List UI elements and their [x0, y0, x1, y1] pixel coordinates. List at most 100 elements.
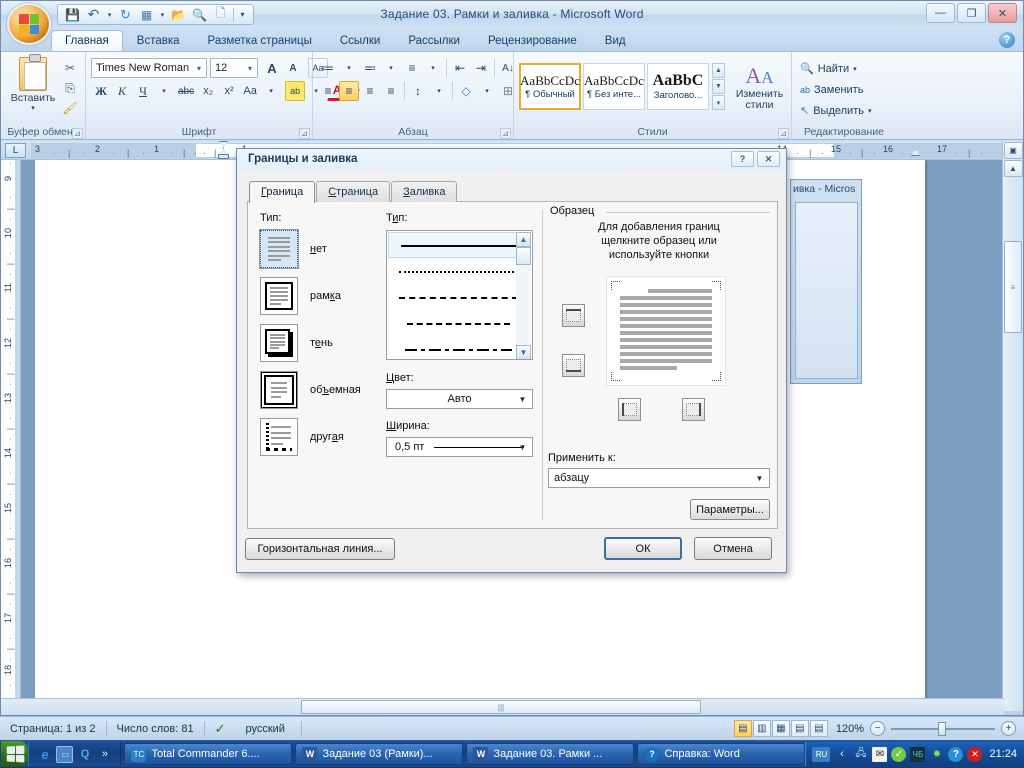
tab-razmetka[interactable]: Разметка страницы	[194, 30, 326, 51]
line-style-scroll-up[interactable]: ▲	[516, 232, 531, 247]
dialog-close-icon[interactable]: ✕	[757, 151, 780, 167]
tab-stop-selector[interactable]: L	[5, 143, 26, 158]
show-hidden-icons[interactable]: ‹	[834, 747, 849, 762]
bottom-border-toggle-button[interactable]	[562, 354, 585, 377]
help-icon[interactable]: ?	[999, 32, 1015, 48]
line-spacing-button[interactable]: ↕	[408, 81, 428, 101]
style-card-zagolovok[interactable]: AaBbC Заголово...	[647, 63, 709, 110]
update-icon[interactable]: ✓	[891, 746, 907, 762]
line-style-dash-dot[interactable]	[387, 337, 532, 359]
underline-arrow[interactable]: ▾	[154, 81, 174, 101]
office-button[interactable]	[7, 3, 51, 45]
view-outline-button[interactable]: ▤	[790, 720, 809, 737]
shrink-font-button[interactable]: A	[283, 58, 303, 78]
security-center-icon[interactable]: ✕	[967, 746, 983, 762]
subscript-button[interactable]: x₂	[198, 81, 218, 101]
right-border-toggle-button[interactable]	[682, 398, 705, 421]
change-case-button[interactable]: Aa	[240, 81, 260, 101]
line-style-solid[interactable]	[388, 232, 531, 258]
vertical-ruler[interactable]: · 9 · | · 10 · | · 11 · | · 12 · | · 13 · | · 14 ·…	[1, 160, 21, 711]
border-type-box[interactable]: рамка	[260, 277, 385, 315]
line-style-dashed-small[interactable]	[387, 285, 532, 311]
bullets-button[interactable]: ≔	[318, 58, 338, 78]
italic-button[interactable]: К	[112, 81, 132, 101]
select-arrow[interactable]: ▾	[868, 107, 872, 115]
help-tray-icon[interactable]: ?	[948, 746, 964, 762]
border-color-combo[interactable]: Авто ▼	[386, 389, 533, 409]
more-quick-launch-icon[interactable]: »	[96, 746, 113, 763]
border-width-dropdown-arrow[interactable]: ▼	[515, 440, 530, 455]
zoom-slider[interactable]	[891, 721, 995, 736]
borders-and-shading-dialog[interactable]: Границы и заливка ? ✕ Граница Страница З…	[236, 148, 787, 573]
new-document-icon[interactable]: 🗋	[211, 6, 230, 23]
style-card-bez-intervala[interactable]: AaBbCcDc ¶ Без инте...	[583, 63, 645, 110]
dialog-help-icon[interactable]: ?	[731, 151, 754, 167]
minimize-button[interactable]: —	[926, 3, 955, 23]
redo-icon[interactable]: ↻	[116, 6, 135, 23]
border-type-3d[interactable]: объемная	[260, 371, 385, 409]
bullets-arrow[interactable]: ▾	[339, 58, 359, 78]
paragraph-dialog-launcher[interactable]: ⊿	[500, 128, 511, 139]
horizontal-scrollbar[interactable]: |||	[1, 698, 1004, 715]
numbering-arrow[interactable]: ▾	[381, 58, 401, 78]
bold-button[interactable]: Ж	[91, 81, 111, 101]
internet-explorer-icon[interactable]: e	[36, 746, 53, 763]
apply-to-dropdown-arrow[interactable]: ▼	[752, 471, 767, 486]
table-icon[interactable]: ▦	[137, 6, 156, 23]
ok-button[interactable]: ОК	[604, 537, 682, 560]
line-style-scrollbar[interactable]: ▲ ▼	[516, 232, 531, 359]
zoom-slider-knob[interactable]	[938, 721, 946, 736]
zoom-in-button[interactable]: +	[1001, 721, 1016, 736]
align-left-button[interactable]: ≡	[318, 81, 338, 101]
font-size-arrow[interactable]: ▾	[245, 64, 255, 73]
punto-switcher-icon[interactable]: ЧБ	[910, 746, 926, 762]
proofing-status[interactable]: ✓	[205, 717, 236, 741]
word-count-status[interactable]: Число слов: 81	[107, 717, 204, 741]
find-arrow[interactable]: ▾	[853, 65, 857, 73]
cut-icon[interactable]: ✂	[60, 59, 80, 77]
line-style-scroll-down[interactable]: ▼	[516, 345, 531, 359]
zoom-out-button[interactable]: −	[870, 721, 885, 736]
options-button[interactable]: Параметры...	[690, 499, 770, 520]
quicktime-icon[interactable]: Q	[76, 746, 93, 763]
align-center-button[interactable]: ≡	[339, 81, 359, 101]
scroll-object-browser-icon[interactable]: ▣	[1003, 142, 1023, 159]
grow-font-button[interactable]: A	[262, 58, 282, 78]
format-painter-icon[interactable]: 🖌	[60, 99, 80, 117]
line-spacing-arrow[interactable]: ▾	[429, 81, 449, 101]
show-desktop-icon[interactable]: ▭	[56, 745, 74, 763]
styles-scroll-down[interactable]: ▼	[712, 79, 725, 94]
scroll-up-button[interactable]: ▲	[1003, 160, 1023, 177]
font-size-input[interactable]: 12 ▾	[210, 58, 258, 78]
line-style-dotted[interactable]	[387, 259, 532, 285]
view-print-layout-button[interactable]: ▤	[733, 720, 752, 737]
paste-dropdown-arrow[interactable]: ▾	[31, 104, 35, 112]
antivirus-icon[interactable]: ✹	[929, 747, 944, 762]
strikethrough-button[interactable]: abc	[175, 81, 197, 101]
font-name-arrow[interactable]: ▾	[194, 64, 204, 73]
tab-vid[interactable]: Вид	[591, 30, 640, 51]
left-border-toggle-button[interactable]	[618, 398, 641, 421]
taskbar-item-word-1[interactable]: W Задание 03 (Рамки)...	[295, 743, 464, 765]
tab-vstavka[interactable]: Вставка	[123, 30, 194, 51]
zoom-level-label[interactable]: 120%	[836, 723, 864, 735]
tab-recenzirovanie[interactable]: Рецензирование	[474, 30, 591, 51]
view-web-layout-button[interactable]: ▦	[771, 720, 790, 737]
decrease-indent-button[interactable]: ⇤	[450, 58, 470, 78]
tab-glavnaya[interactable]: Главная	[51, 30, 123, 51]
horizontal-line-button[interactable]: Горизонтальная линия...	[245, 538, 395, 560]
taskbar-item-word-2[interactable]: W Задание 03. Рамки ...	[466, 743, 635, 765]
apply-to-combo[interactable]: абзацу ▼	[548, 468, 770, 488]
close-button[interactable]: ✕	[988, 3, 1017, 23]
tab-rassylki[interactable]: Рассылки	[394, 30, 474, 51]
taskbar-item-word-help[interactable]: ? Справка: Word	[637, 743, 806, 765]
border-type-box-swatch[interactable]	[260, 277, 298, 315]
save-icon[interactable]: 💾	[63, 6, 82, 23]
shading-arrow[interactable]: ▾	[477, 81, 497, 101]
styles-scroll-up[interactable]: ▲	[712, 63, 725, 78]
border-type-none-swatch[interactable]	[259, 229, 299, 269]
border-color-dropdown-arrow[interactable]: ▼	[515, 392, 530, 407]
shading-icon[interactable]: ◇	[456, 81, 476, 101]
horizontal-scroll-thumb[interactable]: |||	[301, 700, 701, 714]
paste-button[interactable]: Вставить ▾	[6, 54, 60, 112]
